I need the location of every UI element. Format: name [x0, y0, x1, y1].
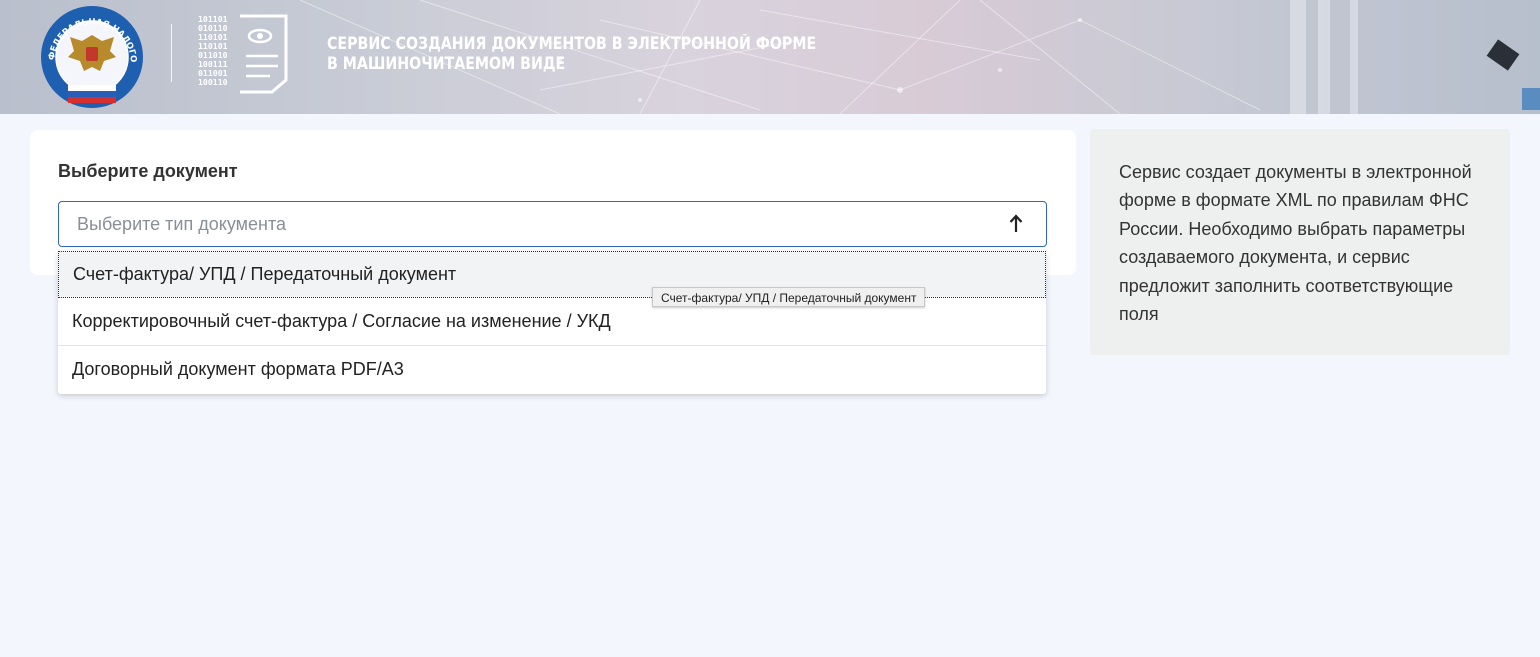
- document-type-dropdown: Счет-фактура/ УПД / Передаточный докумен…: [58, 251, 1046, 394]
- info-text: Сервис создает документы в электронной ф…: [1119, 162, 1472, 325]
- document-type-select[interactable]: Выберите тип документа: [58, 201, 1047, 247]
- header-divider: [171, 24, 172, 82]
- select-document-label: Выберите документ: [58, 161, 238, 181]
- header-title-line2: В МАШИНОЧИТАЕМОМ ВИДЕ: [327, 54, 566, 73]
- header-banner: ФЕДЕРАЛЬНАЯ НАЛОГОВАЯ СЛУЖБА 101101 0101…: [0, 0, 1540, 114]
- dropdown-option-pdf-a3[interactable]: Договорный документ формата PDF/A3: [58, 347, 1046, 394]
- machine-readable-logo: 101101 010110 110101 110101 011010 10011…: [198, 14, 288, 94]
- option-tooltip: Счет-фактура/ УПД / Передаточный докумен…: [652, 287, 926, 307]
- select-placeholder: Выберите тип документа: [77, 214, 286, 234]
- header-title: СЕРВИС СОЗДАНИЯ ДОКУМЕНТОВ В ЭЛЕКТРОННОЙ…: [327, 34, 816, 74]
- fns-emblem-logo: ФЕДЕРАЛЬНАЯ НАЛОГОВАЯ СЛУЖБА: [40, 5, 143, 108]
- header-title-line1: СЕРВИС СОЗДАНИЯ ДОКУМЕНТОВ В ЭЛЕКТРОННОЙ…: [327, 34, 817, 53]
- info-panel: Сервис создает документы в электронной ф…: [1090, 129, 1510, 355]
- arrow-up-icon[interactable]: [1008, 213, 1024, 235]
- svg-text:100110: 100110: [198, 77, 228, 87]
